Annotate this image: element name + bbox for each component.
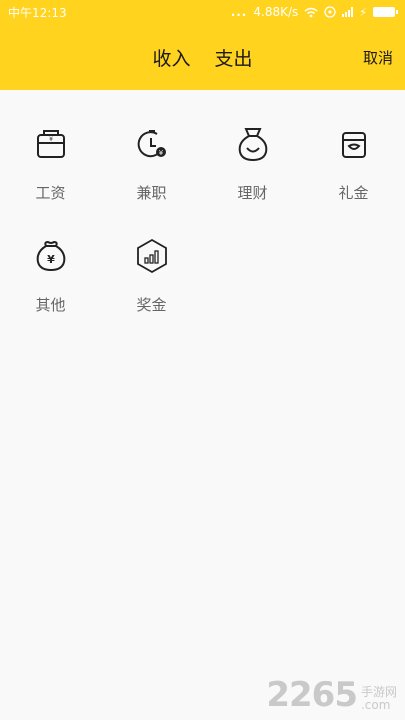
category-finance[interactable]: 理财 (202, 118, 303, 230)
category-gift[interactable]: 礼金 (303, 118, 404, 230)
category-label: 礼金 (338, 184, 369, 202)
charging-icon: ⚡ (359, 5, 367, 19)
network-speed: 4.88K/s (253, 5, 299, 19)
category-other[interactable]: ¥ 其他 (0, 230, 101, 342)
category-parttime[interactable]: ¥ 兼职 (101, 118, 202, 230)
tab-expense[interactable]: 支出 (215, 44, 253, 71)
category-label: 奖金 (136, 296, 167, 314)
signal-icon (342, 7, 354, 17)
header: 收入 支出 取消 (0, 24, 405, 90)
tab-income[interactable]: 收入 (152, 44, 190, 71)
svg-text:¥: ¥ (49, 136, 53, 143)
tab-bar: 收入 支出 (0, 24, 405, 90)
watermark-text: 手游网 .com (360, 684, 397, 712)
watermark-text-bottom: .com (360, 697, 391, 712)
svg-text:¥: ¥ (158, 149, 163, 157)
category-label: 工资 (35, 184, 66, 202)
status-right: ... 4.88K/s ⚡ (230, 5, 398, 19)
category-bonus[interactable]: 奖金 (101, 230, 202, 342)
svg-text:¥: ¥ (47, 253, 55, 266)
hexagon-chart-icon (136, 238, 167, 274)
clock-coin-icon: ¥ (137, 130, 166, 158)
watermark-logo: 2265 手游网 .com (266, 678, 397, 712)
category-label: 兼职 (136, 184, 167, 202)
location-icon (324, 6, 336, 18)
status-dots: ... (230, 5, 248, 19)
category-salary[interactable]: ¥ 工资 (0, 118, 101, 230)
money-bag-icon (238, 128, 267, 162)
cancel-button[interactable]: 取消 (363, 24, 393, 90)
gift-box-icon (341, 132, 366, 158)
status-bar: 中午12:13 ... 4.88K/s ⚡ (0, 0, 405, 24)
wallet-icon: ¥ (36, 130, 65, 158)
category-grid: ¥ 工资 ¥ 兼职 理财 礼金 ¥ 其他 奖金 (0, 118, 405, 342)
watermark-text-top: 手游网 (360, 684, 397, 699)
wifi-icon (304, 7, 318, 17)
category-label: 其他 (35, 296, 66, 314)
watermark-number: 2265 (266, 675, 358, 715)
battery-icon (373, 7, 398, 17)
status-time: 中午12:13 (8, 5, 67, 20)
category-label: 理财 (237, 184, 268, 202)
coin-bag-icon: ¥ (36, 240, 65, 272)
